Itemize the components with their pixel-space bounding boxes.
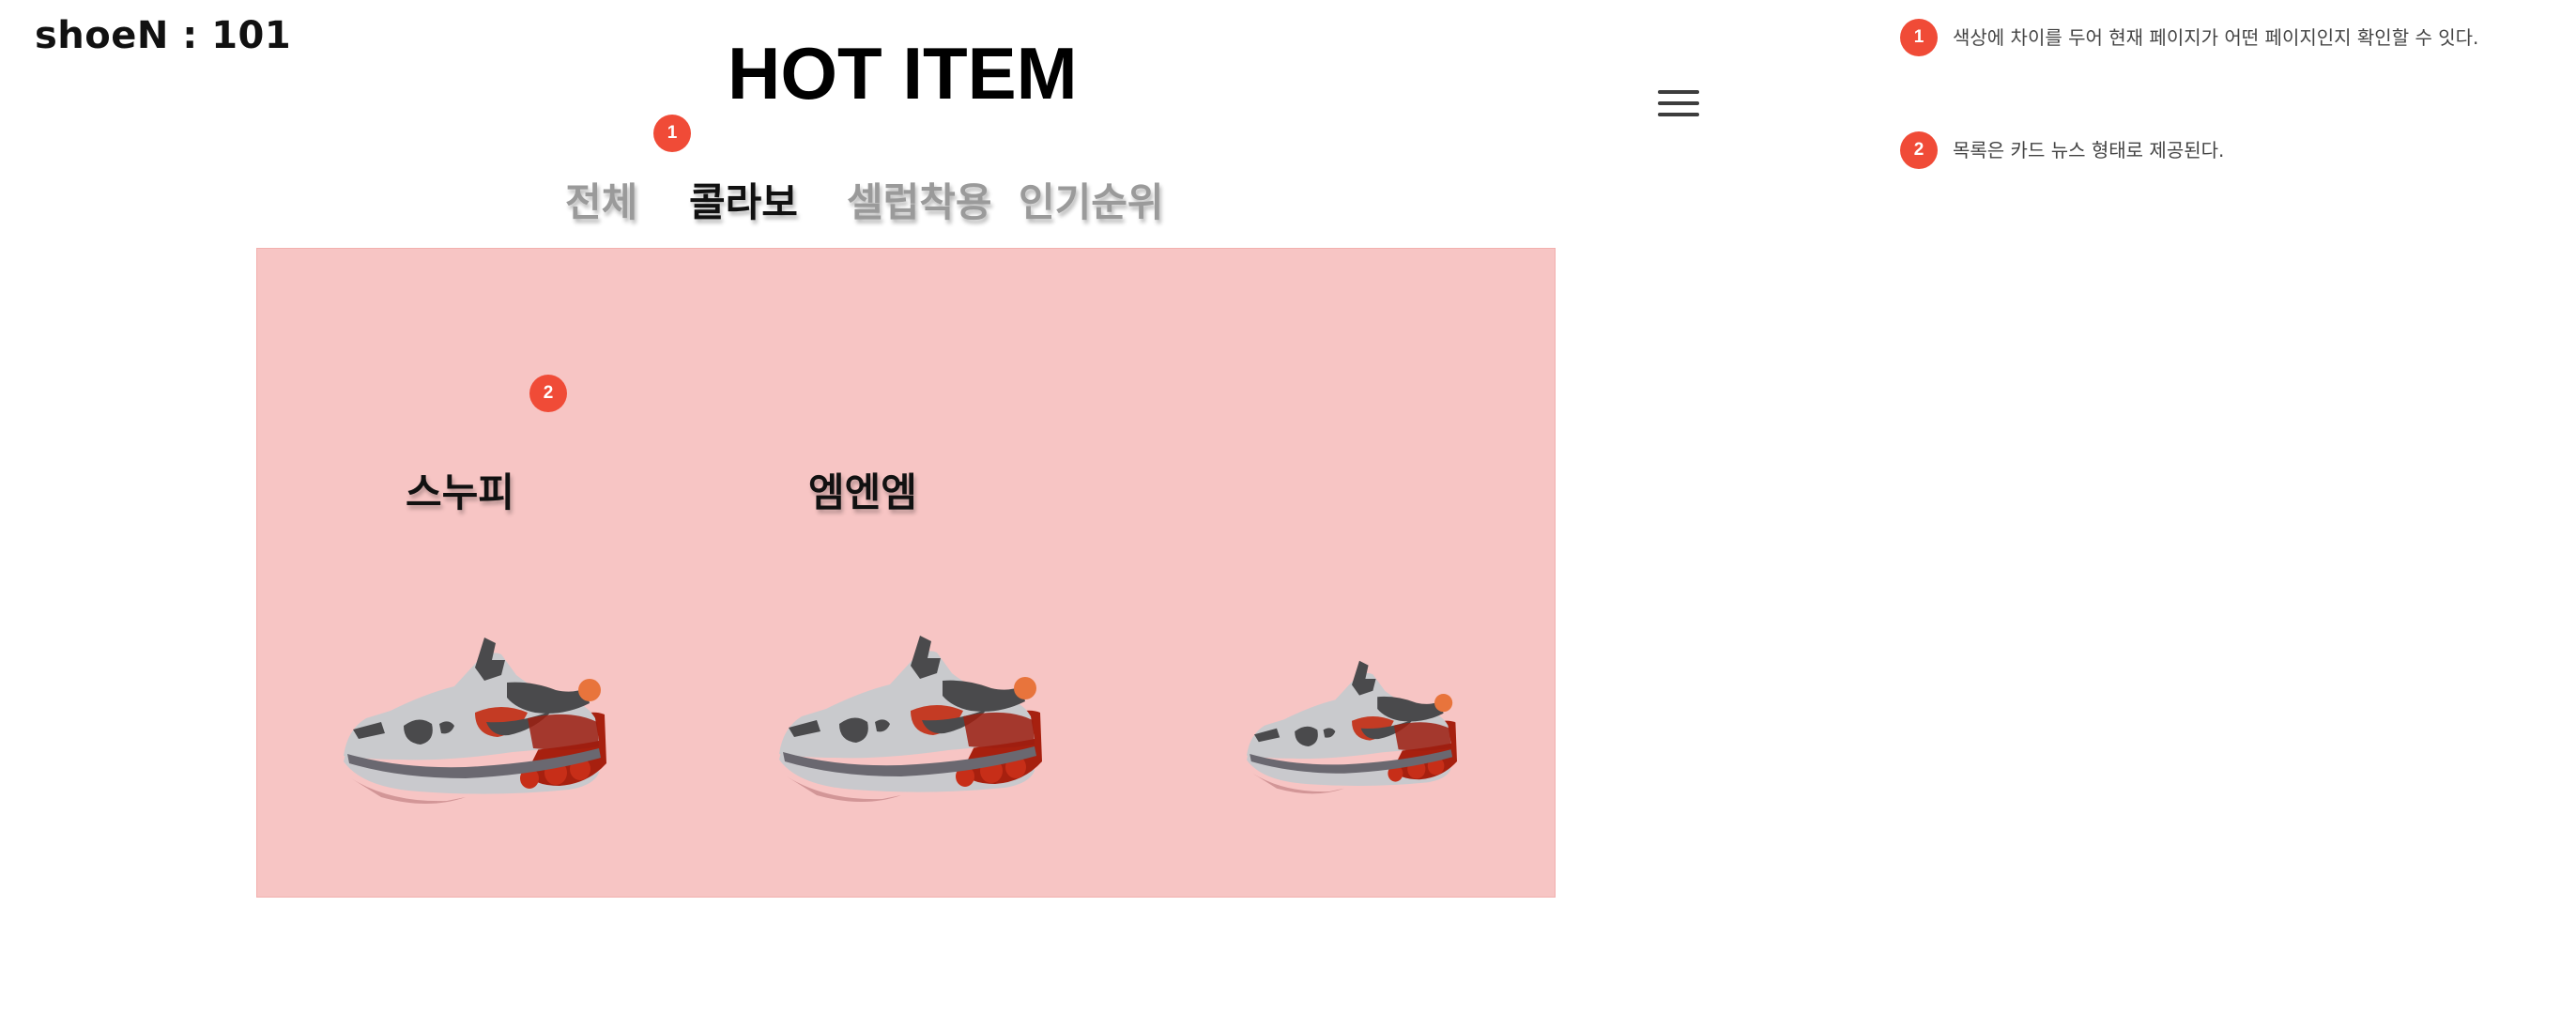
annotation-text: 색상에 차이를 두어 현재 페이지가 어떤 페이지인지 확인할 수 잇다. [1953,26,2479,49]
logo[interactable]: shoeN : 101 [35,9,291,62]
card-news-panel: 2 스누피 엠엔엠 [256,248,1556,898]
tab-collab[interactable]: 콜라보 [689,175,798,231]
card-title: 스누피 [406,469,514,515]
sneaker-image [779,636,1042,802]
card-third[interactable] [1205,249,1506,899]
annotation-text: 목록은 카드 뉴스 형태로 제공된다. [1953,139,2225,161]
tab-all[interactable]: 전체 [565,175,637,231]
card-title: 엠엔엠 [808,469,917,515]
tab-popularity[interactable]: 인기순위 [1019,175,1164,231]
annotation-marker-1: 1 [653,115,691,152]
annotation-number: 2 [1900,131,1938,169]
page-title: HOT ITEM [728,32,1078,115]
sneaker-image [344,638,606,804]
annotation-number: 1 [1900,19,1938,56]
hamburger-menu-icon[interactable] [1658,90,1699,116]
sneaker-image [1247,660,1457,794]
tab-celeb-wear[interactable]: 셀럽착용 [847,175,992,231]
card-snoopy[interactable]: 스누피 [314,249,614,899]
card-mnm[interactable]: 엠엔엠 [745,249,1046,899]
